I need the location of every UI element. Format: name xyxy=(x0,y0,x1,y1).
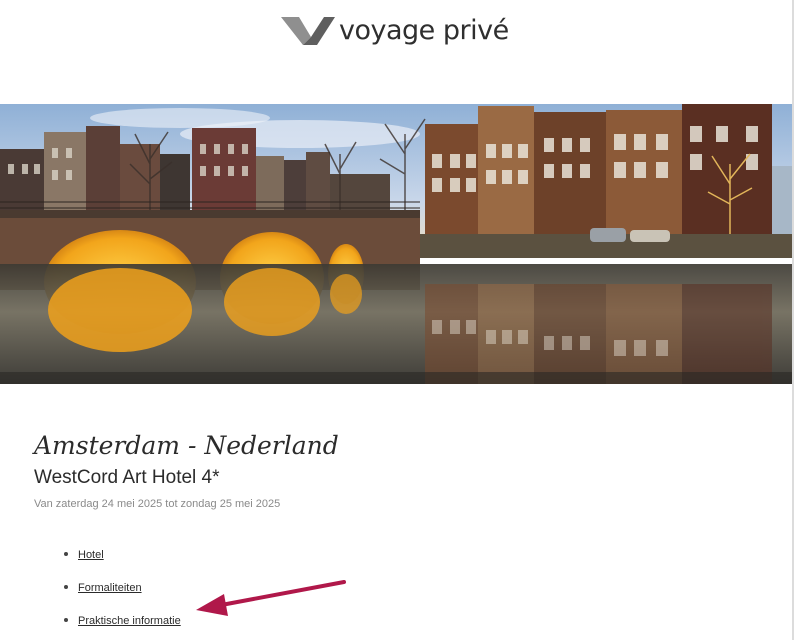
header: voyage privé xyxy=(0,0,792,104)
nav-link-hotel[interactable]: Hotel xyxy=(78,549,104,561)
nav-link-formaliteiten[interactable]: Formaliteiten xyxy=(78,582,142,594)
offer-nav-list: Hotel Formaliteiten Praktische informati… xyxy=(62,544,181,643)
offer-content: Amsterdam - Nederland WestCord Art Hotel… xyxy=(0,384,792,640)
bullet-icon xyxy=(64,585,68,589)
hero-image xyxy=(0,104,792,384)
amsterdam-canal-illustration xyxy=(0,104,792,384)
bullet-icon xyxy=(64,618,68,622)
brand-name: voyage privé xyxy=(339,15,509,46)
list-item: Praktische informatie xyxy=(62,610,181,643)
list-item: Formaliteiten xyxy=(62,577,181,610)
list-item: Hotel xyxy=(62,544,181,577)
hotel-name: WestCord Art Hotel 4* xyxy=(34,467,220,488)
stay-dates: Van zaterdag 24 mei 2025 tot zondag 25 m… xyxy=(34,498,281,510)
voyage-prive-logo-icon xyxy=(281,17,335,45)
nav-link-praktische-informatie[interactable]: Praktische informatie xyxy=(78,615,181,627)
destination-title: Amsterdam - Nederland xyxy=(34,431,339,460)
bullet-icon xyxy=(64,552,68,556)
brand-logo[interactable]: voyage privé xyxy=(281,14,509,48)
annotation-arrow-icon xyxy=(196,580,346,616)
